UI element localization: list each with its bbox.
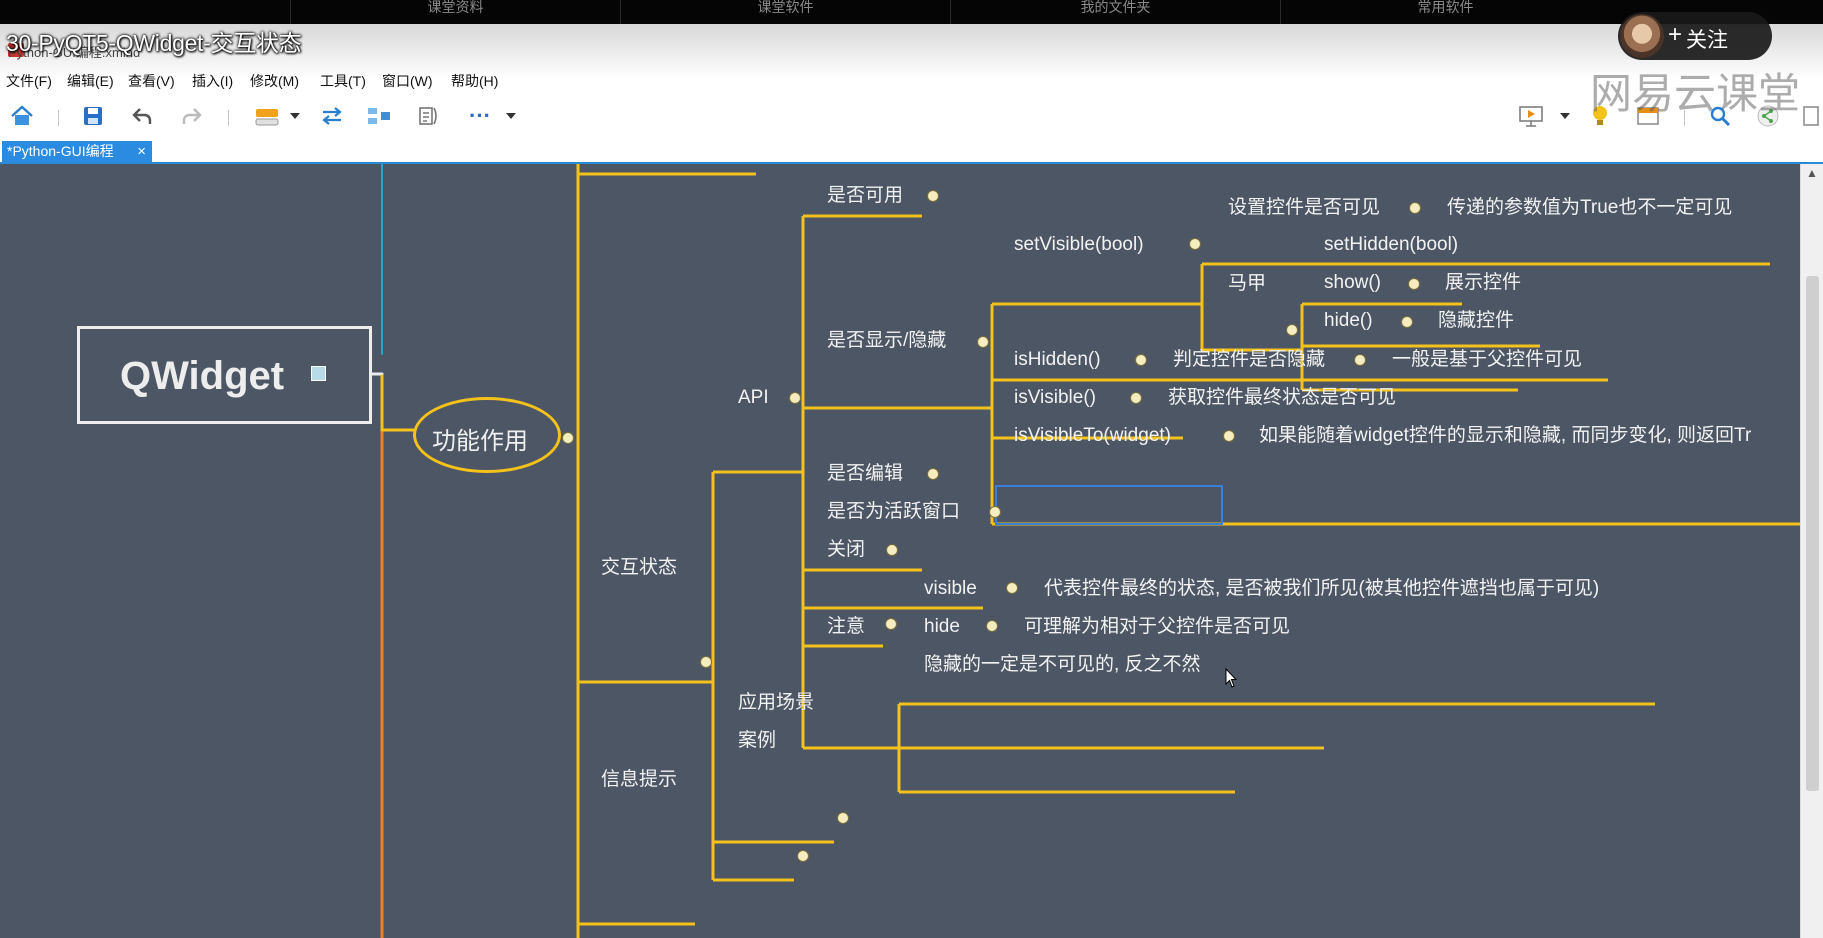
avatar[interactable] [1620, 14, 1664, 58]
topic-close[interactable]: 关闭 [827, 539, 865, 561]
menu-window[interactable]: 窗口(W) [382, 71, 433, 91]
note-icon[interactable] [311, 366, 326, 381]
chevron-down-icon[interactable] [504, 102, 518, 130]
nav-my-folder[interactable]: 我的文件夹 [950, 0, 1280, 24]
topic-interactive-state[interactable]: 交互状态 [601, 557, 677, 579]
topic-is-visible-to-desc[interactable]: 如果能随着widget控件的显示和隐藏, 而同步变化, 则返回Tr [1259, 425, 1751, 447]
relationship-icon[interactable] [318, 102, 346, 130]
topic-show[interactable]: show() [1324, 272, 1381, 294]
nav-course-materials[interactable]: 课堂资料 [290, 0, 620, 24]
menu-help[interactable]: 帮助(H) [451, 71, 498, 91]
mindmap-connectors [370, 164, 1800, 938]
topic-active-window[interactable]: 是否为活跃窗口 [827, 501, 960, 523]
tab-label: *Python-GUI编程 [7, 143, 114, 159]
chevron-down-icon[interactable] [288, 102, 302, 130]
scrollbar-thumb[interactable] [1806, 276, 1819, 791]
topic-enabled[interactable]: 是否可用 [827, 185, 903, 207]
mouse-cursor-icon [1225, 668, 1237, 688]
video-title: 30-PyQT5-QWidget-交互状态 [6, 30, 302, 56]
topic-set-visible-param[interactable]: 传递的参数值为True也不一定可见 [1447, 197, 1732, 219]
menu-insert[interactable]: 插入(I) [192, 71, 233, 91]
topic-is-hidden-desc[interactable]: 判定控件是否隐藏 [1173, 349, 1325, 371]
topic-is-visible-desc[interactable]: 获取控件最终状态是否可见 [1168, 387, 1396, 409]
topic-example[interactable]: 案例 [738, 730, 776, 752]
topic-edit[interactable]: 是否编辑 [827, 463, 903, 485]
more-icon[interactable]: ··· [464, 102, 496, 130]
topic-vest[interactable]: 马甲 [1228, 273, 1266, 295]
topic-set-visible[interactable]: setVisible(bool) [1014, 234, 1144, 256]
redo-icon[interactable] [180, 102, 204, 130]
topic-api[interactable]: API [738, 387, 769, 409]
topic-visible-desc[interactable]: 代表控件最终的状态, 是否被我们所见(被其他控件遮挡也属于可见) [1044, 578, 1599, 600]
mindmap-canvas[interactable]: QWidget 功能作用 交互状态 信息提示 API 应用场景 案例 是否可用 … [0, 164, 1800, 938]
topic-note[interactable]: 注意 [827, 616, 865, 638]
menu-modify[interactable]: 修改(M) [250, 71, 299, 91]
menu-edit[interactable]: 编辑(E) [67, 71, 114, 91]
topic-visible[interactable]: visible [924, 578, 977, 600]
toolbar: ··· [0, 102, 1823, 132]
nav-common-software[interactable]: 常用软件 [1280, 0, 1610, 24]
topic-show-hide[interactable]: 是否显示/隐藏 [827, 330, 946, 352]
tab-python-gui[interactable]: *Python-GUI编程 × [2, 141, 152, 162]
topic-show-desc[interactable]: 展示控件 [1445, 272, 1521, 294]
follow-button[interactable]: + 关注 [1618, 12, 1772, 60]
watermark-logo: 网易云课堂 [1590, 70, 1801, 117]
topic-is-hidden-note[interactable]: 一般是基于父控件可见 [1392, 349, 1582, 371]
topic-hide-desc[interactable]: 隐藏控件 [1438, 310, 1514, 332]
chevron-down-icon[interactable] [1558, 102, 1572, 130]
root-topic-label: QWidget [120, 354, 285, 398]
export-icon[interactable] [1800, 102, 1822, 130]
menu-view[interactable]: 查看(V) [128, 71, 175, 91]
topic-hide[interactable]: hide [924, 616, 960, 638]
topic-set-visible-desc[interactable]: 设置控件是否可见 [1228, 197, 1380, 219]
topic-hide-note-desc[interactable]: 可理解为相对于父控件是否可见 [1024, 616, 1290, 638]
topic-hidden-note[interactable]: 隐藏的一定是不可见的, 反之不然 [924, 654, 1201, 676]
boundary-icon[interactable] [414, 102, 442, 130]
menu-tools[interactable]: 工具(T) [320, 71, 366, 91]
topic-feature-label: 功能作用 [432, 428, 528, 455]
toolbar-divider [228, 110, 229, 126]
undo-icon[interactable] [130, 102, 154, 130]
save-icon[interactable] [80, 102, 106, 130]
close-icon[interactable]: × [137, 141, 146, 162]
plus-icon: + [1668, 21, 1683, 48]
topic-is-visible[interactable]: isVisible() [1014, 387, 1096, 409]
topic-hide-fn[interactable]: hide() [1324, 310, 1373, 332]
vertical-scrollbar[interactable]: ▲ [1800, 164, 1823, 938]
topic-info-tip[interactable]: 信息提示 [601, 769, 677, 791]
menu-file[interactable]: 文件(F) [6, 71, 52, 91]
topic-icon[interactable] [252, 102, 282, 130]
tab-bar: *Python-GUI编程 × [0, 141, 1823, 164]
nav-course-software[interactable]: 课堂软件 [620, 0, 950, 24]
presentation-icon[interactable] [1516, 102, 1546, 130]
summary-icon[interactable] [364, 102, 394, 130]
home-icon[interactable] [8, 102, 36, 130]
scroll-up-arrow-icon[interactable]: ▲ [1806, 166, 1818, 180]
follow-label: 关注 [1686, 29, 1728, 52]
toolbar-divider [58, 110, 59, 126]
topic-is-hidden[interactable]: isHidden() [1014, 349, 1101, 371]
topic-is-visible-to[interactable]: isVisibleTo(widget) [1014, 425, 1171, 447]
video-top-nav: 课堂资料 课堂软件 我的文件夹 常用软件 [0, 0, 1823, 24]
topic-set-hidden[interactable]: setHidden(bool) [1324, 234, 1458, 256]
topic-usage-scene[interactable]: 应用场景 [738, 692, 814, 714]
